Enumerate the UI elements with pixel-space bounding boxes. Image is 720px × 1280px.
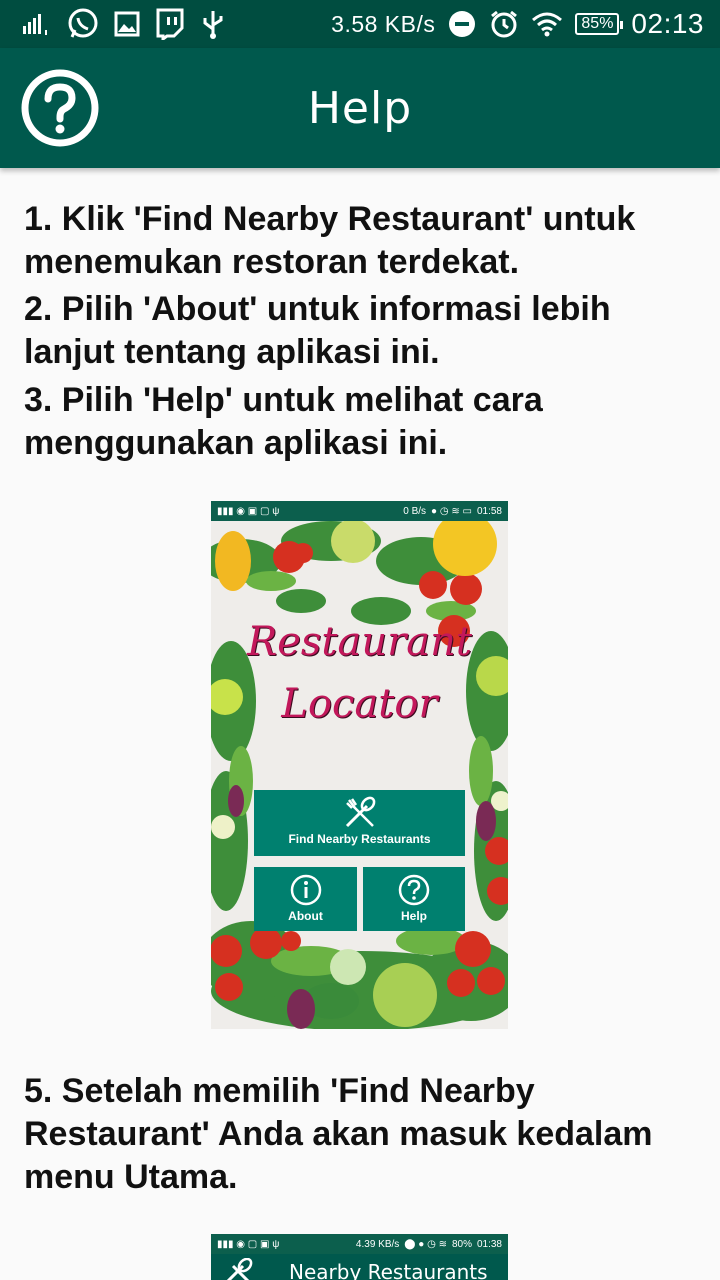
- home-screen-screenshot: ▮▮▮ ◉ ▣ ▢ ψ 0 B/s ● ◷ ≋ ▭ 01:58 Restaura…: [211, 501, 508, 1029]
- mini-status-bar: ▮▮▮ ◉ ▣ ▢ ψ 0 B/s ● ◷ ≋ ▭ 01:58: [211, 501, 508, 521]
- app-toolbar: Help: [0, 48, 720, 168]
- usb-icon: [200, 9, 226, 39]
- mini-network-speed-2: 4.39 KB/s: [355, 1238, 400, 1250]
- nearby-restaurants-title: Nearby Restaurants: [289, 1260, 488, 1280]
- help-button: Help: [363, 867, 465, 931]
- clock: 02:13: [631, 8, 704, 39]
- wifi-icon: [531, 11, 563, 37]
- mini-battery-2: 80%: [451, 1238, 472, 1250]
- app-title-line-1: Restaurant: [247, 619, 472, 665]
- dnd-icon: [447, 9, 477, 39]
- mini-status-bar-2: ▮▮▮ ◉ ▢ ▣ ψ 4.39 KB/s ⬤ ● ◷ ≋ 80% 01:38: [211, 1234, 508, 1254]
- about-label: About: [288, 909, 323, 923]
- help-label: Help: [400, 909, 427, 923]
- help-content[interactable]: 1. Klik 'Find Nearby Restaurant' untuk m…: [0, 168, 720, 1280]
- gallery-icon: [114, 11, 140, 37]
- alarm-icon: [489, 9, 519, 39]
- info-icon: [290, 874, 321, 906]
- page-title: Help: [307, 82, 413, 134]
- utensils-icon: [345, 796, 375, 828]
- question-icon: [398, 874, 430, 906]
- vegetable-background-image: [211, 521, 508, 1029]
- step-1-text: 1. Klik 'Find Nearby Restaurant' untuk m…: [24, 200, 636, 281]
- signal-icon: [22, 12, 52, 36]
- step-2-text: 2. Pilih 'About' untuk informasi lebih l…: [24, 290, 611, 371]
- app-title-line-2: Locator: [281, 681, 438, 727]
- status-bar: 3.58 KB/s 85% 02:13: [0, 0, 720, 48]
- about-button: About: [254, 867, 357, 931]
- network-speed: 3.58 KB/s: [331, 10, 436, 37]
- find-nearby-restaurants-button: Find Nearby Restaurants: [254, 790, 465, 856]
- step-5-text: 5. Setelah memilih 'Find Nearby Restaura…: [24, 1072, 653, 1196]
- battery-icon: 85%: [575, 13, 624, 35]
- mini-clock: 01:58: [476, 505, 502, 517]
- find-nearby-label: Find Nearby Restaurants: [288, 832, 431, 846]
- mini-network-speed: 0 B/s: [403, 505, 427, 517]
- help-circle-icon[interactable]: [20, 68, 100, 148]
- main-menu-screenshot: ▮▮▮ ◉ ▢ ▣ ψ 4.39 KB/s ⬤ ● ◷ ≋ 80% 01:38 …: [211, 1234, 508, 1280]
- utensils-icon: [221, 1257, 255, 1280]
- whatsapp-icon: [66, 7, 100, 41]
- twitch-icon: [154, 8, 186, 40]
- step-3-text: 3. Pilih 'Help' untuk melihat cara mengg…: [24, 381, 543, 462]
- mini-clock-2: 01:38: [476, 1238, 502, 1250]
